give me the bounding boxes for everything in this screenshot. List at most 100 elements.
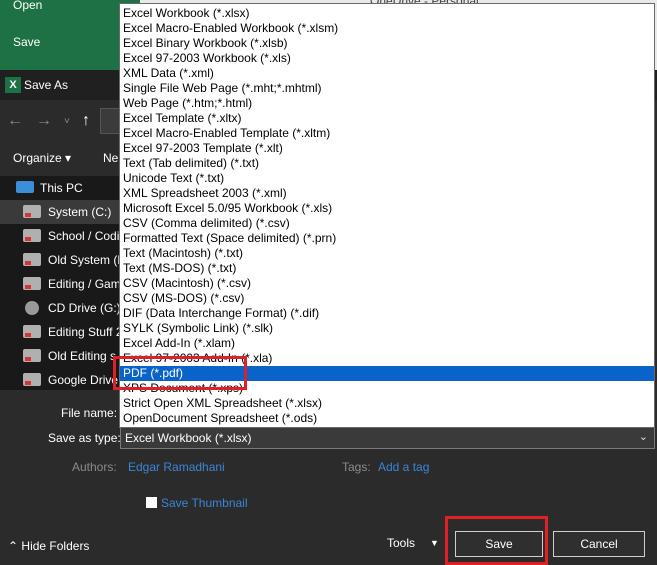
file-type-option[interactable]: Strict Open XML Spreadsheet (*.xlsx) [120, 396, 654, 411]
file-type-option[interactable]: XML Data (*.xml) [120, 66, 654, 81]
file-type-option[interactable]: Excel Binary Workbook (*.xlsb) [120, 36, 654, 51]
tree-item-label: Old Editing s [48, 349, 117, 363]
file-type-option-label: OpenDocument Spreadsheet (*.ods) [123, 411, 318, 425]
backstage-open-item[interactable]: Open [13, 0, 42, 12]
file-type-option-label: CSV (MS-DOS) (*.csv) [123, 291, 245, 305]
file-type-option-label: Excel Workbook (*.xlsx) [123, 6, 250, 20]
arrow-up-icon[interactable]: ↑ [82, 112, 90, 130]
navigation-tree: This PC System (C:) School / Codi Old Syste… [0, 176, 120, 390]
file-type-option-label: Excel Macro-Enabled Workbook (*.xlsm) [123, 21, 339, 35]
file-type-option-label: Text (MS-DOS) (*.txt) [123, 261, 237, 275]
tree-item-label: Editing / Gam [48, 277, 120, 291]
file-type-option-label: Microsoft Excel 5.0/95 Workbook (*.xls) [123, 201, 333, 215]
drive-icon [23, 325, 41, 338]
file-type-option[interactable]: Text (Tab delimited) (*.txt) [120, 156, 654, 171]
file-type-option-label: Strict Open XML Spreadsheet (*.xlsx) [123, 396, 322, 410]
tree-item[interactable]: School / Codi [0, 224, 120, 248]
tree-item[interactable]: Editing / Gam [0, 272, 120, 296]
backstage-save-item[interactable]: Save [13, 35, 40, 49]
file-type-option[interactable]: CSV (MS-DOS) (*.csv) [120, 291, 654, 306]
tree-item[interactable]: Editing Stuff 2 [0, 320, 120, 344]
file-type-option-label: Text (Macintosh) (*.txt) [123, 246, 244, 260]
tree-item[interactable]: This PC [0, 176, 120, 200]
organize-menu-button[interactable]: Organize ▾ [13, 151, 71, 165]
file-type-option[interactable]: Single File Web Page (*.mht;*.mhtml) [120, 81, 654, 96]
savetype-label: Save as type: [48, 431, 121, 445]
file-type-option[interactable]: CSV (Macintosh) (*.csv) [120, 276, 654, 291]
tags-label: Tags: [342, 460, 371, 474]
tree-item[interactable]: Old Editing s [0, 344, 120, 368]
caret-down-icon: ▼ [430, 538, 439, 548]
file-type-option-label: Excel Binary Workbook (*.xlsb) [123, 36, 288, 50]
tools-button[interactable]: Tools [387, 536, 415, 550]
file-type-option[interactable]: Excel Macro-Enabled Template (*.xltm) [120, 126, 654, 141]
dialog-title: Save As [24, 78, 69, 92]
tree-item-label: This PC [40, 181, 83, 195]
tree-item[interactable]: CD Drive (G:) [0, 296, 120, 320]
file-type-option[interactable]: Excel Add-In (*.xlam) [120, 336, 654, 351]
tags-field[interactable]: Add a tag [378, 460, 429, 474]
tree-item-label: System (C:) [48, 205, 112, 219]
tree-item-label: School / Codi [48, 229, 120, 243]
file-type-option-label: Single File Web Page (*.mht;*.mhtml) [123, 81, 322, 95]
file-type-option[interactable]: Excel Workbook (*.xlsx) [120, 6, 654, 21]
file-type-option[interactable]: DIF (Data Interchange Format) (*.dif) [120, 306, 654, 321]
tree-item[interactable]: Google Drive [0, 368, 120, 390]
file-type-option[interactable]: Web Page (*.htm;*.html) [120, 96, 654, 111]
file-type-option-label: Excel Template (*.xltx) [123, 111, 242, 125]
hide-folders-label: Hide Folders [21, 539, 90, 553]
chevron-down-icon[interactable]: ˅ [64, 116, 70, 127]
hide-folders-button[interactable]: ⌃ Hide Folders [8, 539, 89, 553]
file-type-option[interactable]: SYLK (Symbolic Link) (*.slk) [120, 321, 654, 336]
file-type-option[interactable]: OpenDocument Spreadsheet (*.ods) [120, 411, 654, 426]
savetype-value: Excel Workbook (*.xlsx) [125, 431, 252, 445]
file-type-option[interactable]: Excel 97-2003 Template (*.xlt) [120, 141, 654, 156]
save-thumbnail-checkbox[interactable] [146, 497, 157, 508]
file-type-option[interactable]: Excel Template (*.xltx) [120, 111, 654, 126]
excel-app-icon: X [5, 77, 21, 93]
tree-item[interactable]: Old System (E [0, 248, 120, 272]
file-type-option[interactable]: Text (Macintosh) (*.txt) [120, 246, 654, 261]
file-type-option[interactable]: XML Spreadsheet 2003 (*.xml) [120, 186, 654, 201]
tree-item-label: Old System (E [48, 253, 120, 267]
file-type-option-label: XML Spreadsheet 2003 (*.xml) [123, 186, 287, 200]
tree-item-label: Editing Stuff 2 [48, 325, 120, 339]
filename-label: File name: [61, 406, 118, 420]
file-type-option[interactable]: Text (MS-DOS) (*.txt) [120, 261, 654, 276]
file-type-option[interactable]: CSV (Comma delimited) (*.csv) [120, 216, 654, 231]
file-type-option[interactable]: Excel 97-2003 Workbook (*.xls) [120, 51, 654, 66]
arrow-left-icon[interactable]: ← [7, 112, 23, 130]
tree-item-label: CD Drive (G:) [48, 301, 120, 315]
file-type-option-label: Excel Macro-Enabled Template (*.xltm) [123, 126, 331, 140]
authors-label: Authors: [72, 460, 117, 474]
arrow-right-icon[interactable]: → [36, 112, 52, 130]
file-type-option-label: XML Data (*.xml) [123, 66, 214, 80]
save-highlight-box [445, 516, 548, 565]
file-type-option-label: Text (Tab delimited) (*.txt) [123, 156, 260, 170]
cd-icon [25, 301, 39, 315]
savetype-select[interactable]: Excel Workbook (*.xlsx) ⌄ [120, 427, 655, 449]
drive-icon [23, 205, 41, 218]
drive-icon [23, 253, 41, 266]
file-type-option-label: Web Page (*.htm;*.html) [123, 96, 253, 110]
tree-item[interactable]: System (C:) [0, 200, 120, 224]
tree-item-label: Google Drive [48, 373, 119, 387]
drive-icon [23, 229, 41, 242]
file-type-option[interactable]: Formatted Text (Space delimited) (*.prn) [120, 231, 654, 246]
file-type-option-label: Excel 97-2003 Template (*.xlt) [123, 141, 283, 155]
drive-icon [23, 349, 41, 362]
file-type-option[interactable]: Unicode Text (*.txt) [120, 171, 654, 186]
authors-field[interactable]: Edgar Ramadhani [128, 460, 225, 474]
save-thumbnail-label: Save Thumbnail [161, 496, 248, 510]
file-type-option[interactable]: Excel Macro-Enabled Workbook (*.xlsm) [120, 21, 654, 36]
chevron-down-icon: ⌄ [638, 431, 648, 443]
pdf-highlight-box [113, 356, 247, 390]
drive-icon [23, 277, 41, 290]
file-type-option-label: CSV (Macintosh) (*.csv) [123, 276, 252, 290]
new-folder-button[interactable]: Ne [103, 151, 118, 165]
file-type-option-label: Excel 97-2003 Workbook (*.xls) [123, 51, 291, 65]
cancel-button[interactable]: Cancel [553, 531, 645, 557]
file-type-option-label: Excel Add-In (*.xlam) [123, 336, 236, 350]
file-type-option-label: Formatted Text (Space delimited) (*.prn) [123, 231, 337, 245]
file-type-option[interactable]: Microsoft Excel 5.0/95 Workbook (*.xls) [120, 201, 654, 216]
